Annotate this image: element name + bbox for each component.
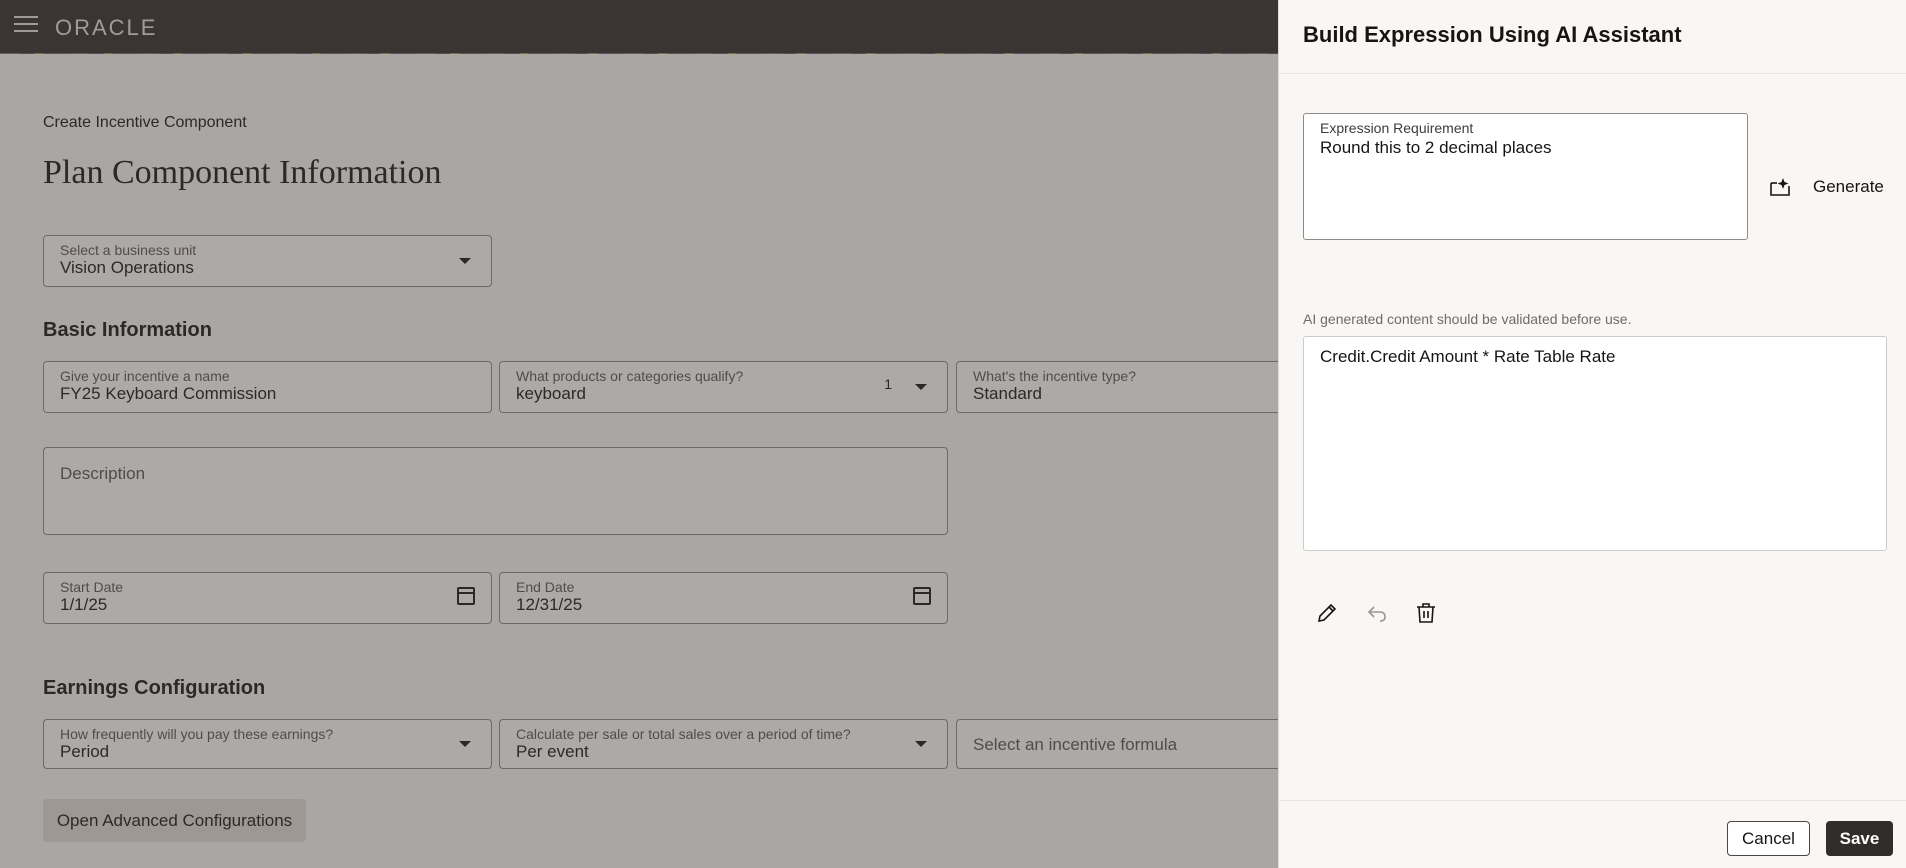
divider [1279, 800, 1906, 801]
cancel-button[interactable]: Cancel [1727, 821, 1810, 856]
save-button[interactable]: Save [1826, 821, 1893, 856]
divider [1279, 73, 1906, 74]
expression-requirement-label: Expression Requirement [1320, 120, 1474, 136]
ai-sparkle-icon [1769, 177, 1791, 197]
edit-icon[interactable] [1314, 600, 1340, 626]
ai-assistant-drawer: Build Expression Using AI Assistant Expr… [1278, 0, 1906, 868]
generated-expression-value: Credit.Credit Amount * Rate Table Rate [1320, 347, 1616, 366]
expression-requirement-value: Round this to 2 decimal places [1320, 138, 1552, 157]
generate-button[interactable]: Generate [1769, 172, 1884, 202]
modal-scrim[interactable] [0, 0, 1278, 868]
ai-disclaimer: AI generated content should be validated… [1303, 311, 1632, 327]
generate-label: Generate [1813, 177, 1884, 196]
drawer-title: Build Expression Using AI Assistant [1303, 22, 1682, 47]
expression-requirement-field[interactable]: Expression Requirement Round this to 2 d… [1303, 113, 1748, 240]
delete-icon[interactable] [1413, 600, 1439, 626]
generated-expression-field[interactable]: Credit.Credit Amount * Rate Table Rate [1303, 336, 1887, 551]
undo-icon[interactable] [1364, 600, 1390, 626]
